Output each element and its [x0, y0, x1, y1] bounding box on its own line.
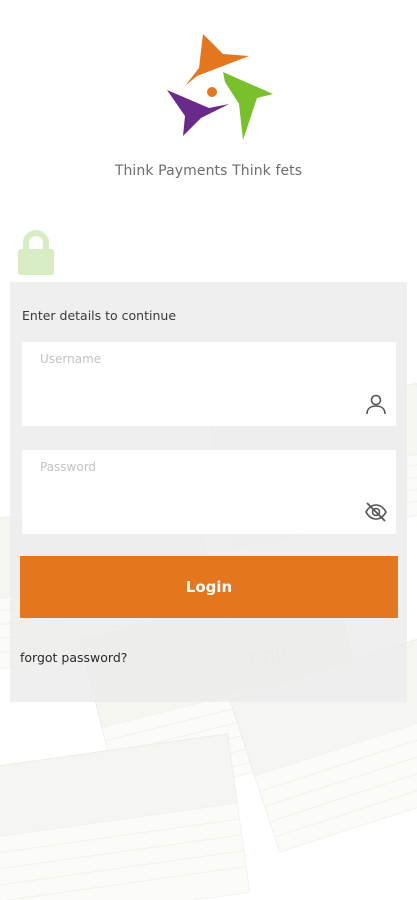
password-field[interactable]: Password — [22, 450, 396, 534]
login-button[interactable]: Login — [20, 556, 398, 618]
password-label: Password — [40, 460, 97, 474]
fets-logo — [167, 34, 273, 140]
username-input[interactable] — [40, 378, 340, 414]
password-input[interactable] — [40, 486, 340, 522]
forgot-password-link[interactable]: forgot password? — [20, 650, 127, 665]
login-heading: Enter details to continue — [22, 308, 177, 323]
eye-off-icon[interactable] — [364, 500, 388, 524]
user-icon — [366, 394, 386, 415]
brand-tagline: Think Payments Think fets — [114, 163, 303, 179]
username-label: Username — [40, 352, 102, 366]
lock-icon — [18, 230, 54, 275]
username-field[interactable]: Username — [22, 342, 396, 426]
